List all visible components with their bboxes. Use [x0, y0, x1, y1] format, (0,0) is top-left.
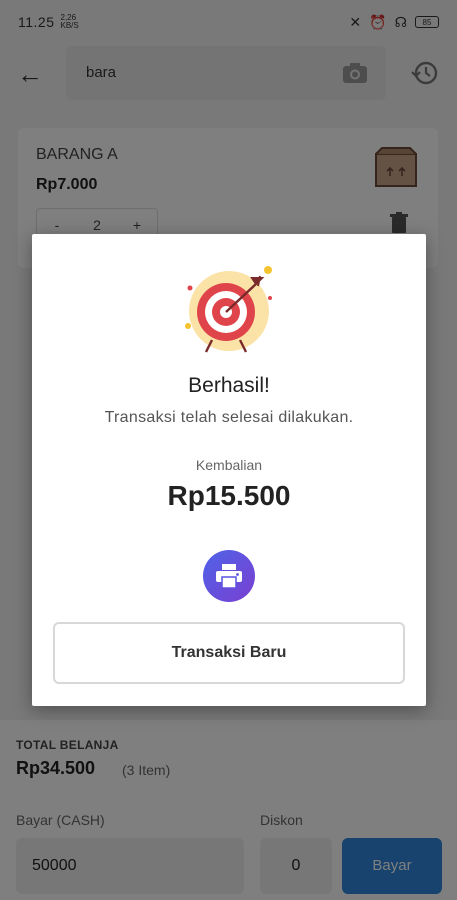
change-value: Rp15.500 [167, 480, 291, 511]
print-icon [216, 564, 242, 588]
success-dialog: Berhasil! Transaksi telah selesai dilaku… [32, 234, 426, 706]
dialog-message: Transaksi telah selesai dilakukan. [104, 409, 354, 426]
dialog-title: Berhasil! [188, 374, 270, 397]
new-transaction-button[interactable]: Transaksi Baru [53, 622, 405, 684]
print-button[interactable] [203, 550, 255, 602]
change-label: Kembalian [195, 457, 263, 473]
target-icon [185, 266, 272, 353]
